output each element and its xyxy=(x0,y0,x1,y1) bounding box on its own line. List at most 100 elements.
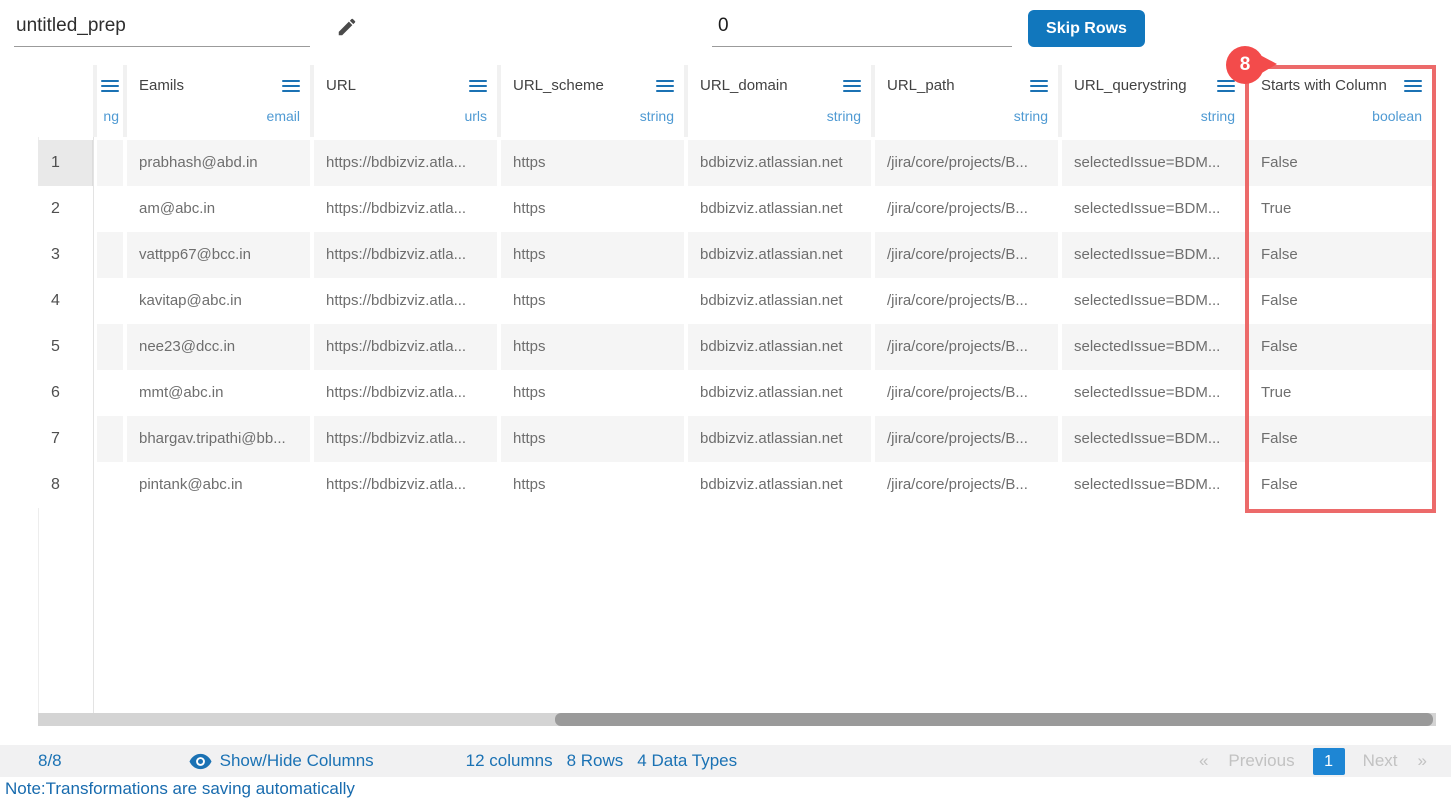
table-cell[interactable]: True xyxy=(1249,186,1432,232)
table-cell[interactable]: kavitap@abc.in xyxy=(127,278,310,324)
horizontal-scrollbar-thumb[interactable] xyxy=(555,713,1433,726)
table-cell[interactable]: False xyxy=(1249,232,1432,278)
table-cell[interactable]: https://bdbizviz.atla... xyxy=(314,416,497,462)
column-menu-icon[interactable] xyxy=(1217,80,1235,95)
table-cell[interactable]: bdbizviz.atlassian.net xyxy=(688,140,871,186)
table-cell[interactable]: selectedIssue=BDM... xyxy=(1062,324,1245,370)
column-header[interactable]: URL_pathstring xyxy=(875,65,1058,137)
edit-pencil-icon[interactable] xyxy=(336,16,358,38)
table-cell[interactable]: nee23@dcc.in xyxy=(127,324,310,370)
table-cell[interactable]: https xyxy=(501,370,684,416)
show-hide-columns-label: Show/Hide Columns xyxy=(220,751,374,771)
column-header-partial[interactable]: ng xyxy=(97,65,123,137)
last-page-arrow[interactable]: » xyxy=(1418,751,1427,771)
partial-column-cell xyxy=(97,278,123,324)
table-cell[interactable]: /jira/core/projects/B... xyxy=(875,462,1058,508)
table-cell[interactable]: False xyxy=(1249,324,1432,370)
skip-rows-input[interactable]: 0 xyxy=(712,12,1012,47)
column-header[interactable]: URL_querystringstring xyxy=(1062,65,1245,137)
row-number-cell: 3 xyxy=(38,232,93,278)
column-header[interactable]: URL_domainstring xyxy=(688,65,871,137)
table-cell[interactable]: https://bdbizviz.atla... xyxy=(314,278,497,324)
horizontal-scrollbar-track[interactable] xyxy=(38,713,1436,726)
table-cell[interactable]: /jira/core/projects/B... xyxy=(875,416,1058,462)
table-cell[interactable]: https xyxy=(501,140,684,186)
partial-column-cell xyxy=(97,232,123,278)
table-row: 5nee23@dcc.inhttps://bdbizviz.atla...htt… xyxy=(38,324,1430,370)
show-hide-columns-button[interactable]: Show/Hide Columns xyxy=(189,751,374,771)
table-cell[interactable]: prabhash@abd.in xyxy=(127,140,310,186)
table-cell[interactable]: /jira/core/projects/B... xyxy=(875,324,1058,370)
column-menu-icon[interactable] xyxy=(469,80,487,95)
table-cell[interactable]: https xyxy=(501,324,684,370)
table-cell[interactable]: pintank@abc.in xyxy=(127,462,310,508)
skip-rows-button[interactable]: Skip Rows xyxy=(1028,10,1145,47)
first-page-arrow[interactable]: « xyxy=(1199,751,1208,771)
current-page-button[interactable]: 1 xyxy=(1313,748,1345,775)
table-cell[interactable]: https://bdbizviz.atla... xyxy=(314,324,497,370)
table-cell[interactable]: vattpp67@bcc.in xyxy=(127,232,310,278)
table-cell[interactable]: bdbizviz.atlassian.net xyxy=(688,416,871,462)
table-cell[interactable]: /jira/core/projects/B... xyxy=(875,278,1058,324)
column-header[interactable]: URL_schemestring xyxy=(501,65,684,137)
table-cell[interactable]: selectedIssue=BDM... xyxy=(1062,140,1245,186)
table-cell[interactable]: /jira/core/projects/B... xyxy=(875,140,1058,186)
previous-page-button[interactable]: Previous xyxy=(1228,751,1294,771)
table-cell[interactable]: selectedIssue=BDM... xyxy=(1062,370,1245,416)
column-header[interactable]: Starts with Columnboolean xyxy=(1249,65,1432,137)
column-menu-icon[interactable] xyxy=(101,80,119,95)
table-cell[interactable]: True xyxy=(1249,370,1432,416)
table-cell[interactable]: bdbizviz.atlassian.net xyxy=(688,462,871,508)
partial-column-cell xyxy=(97,324,123,370)
table-cell[interactable]: bdbizviz.atlassian.net xyxy=(688,186,871,232)
table-cell[interactable]: https://bdbizviz.atla... xyxy=(314,232,497,278)
partial-column-cell xyxy=(97,370,123,416)
table-cell[interactable]: selectedIssue=BDM... xyxy=(1062,278,1245,324)
table-cell[interactable]: https://bdbizviz.atla... xyxy=(314,186,497,232)
column-menu-icon[interactable] xyxy=(843,80,861,95)
table-cell[interactable]: False xyxy=(1249,462,1432,508)
table-cell[interactable]: bdbizviz.atlassian.net xyxy=(688,232,871,278)
table-cell[interactable]: selectedIssue=BDM... xyxy=(1062,232,1245,278)
table-cell[interactable]: selectedIssue=BDM... xyxy=(1062,462,1245,508)
table-cell[interactable]: am@abc.in xyxy=(127,186,310,232)
column-header[interactable]: Eamilsemail xyxy=(127,65,310,137)
grid-body: 1prabhash@abd.inhttps://bdbizviz.atla...… xyxy=(38,140,1430,508)
table-cell[interactable]: bdbizviz.atlassian.net xyxy=(688,370,871,416)
table-row: 6mmt@abc.inhttps://bdbizviz.atla...https… xyxy=(38,370,1430,416)
table-cell[interactable]: False xyxy=(1249,416,1432,462)
row-number-header xyxy=(38,65,93,137)
table-cell[interactable]: /jira/core/projects/B... xyxy=(875,370,1058,416)
table-cell[interactable]: https://bdbizviz.atla... xyxy=(314,370,497,416)
table-cell[interactable]: /jira/core/projects/B... xyxy=(875,186,1058,232)
table-cell[interactable]: bhargav.tripathi@bb... xyxy=(127,416,310,462)
table-cell[interactable]: https xyxy=(501,186,684,232)
row-number-cell: 7 xyxy=(38,416,93,462)
table-cell[interactable]: False xyxy=(1249,140,1432,186)
column-menu-icon[interactable] xyxy=(1030,80,1048,95)
table-cell[interactable]: False xyxy=(1249,278,1432,324)
table-cell[interactable]: /jira/core/projects/B... xyxy=(875,232,1058,278)
row-number-cell: 1 xyxy=(38,140,93,186)
table-cell[interactable]: mmt@abc.in xyxy=(127,370,310,416)
column-menu-icon[interactable] xyxy=(1404,80,1422,95)
row-number-cell: 4 xyxy=(38,278,93,324)
next-page-button[interactable]: Next xyxy=(1363,751,1398,771)
table-cell[interactable]: https xyxy=(501,278,684,324)
table-cell[interactable]: https xyxy=(501,232,684,278)
column-type-label: email xyxy=(267,108,300,124)
column-menu-icon[interactable] xyxy=(656,80,674,95)
table-cell[interactable]: selectedIssue=BDM... xyxy=(1062,186,1245,232)
table-cell[interactable]: https xyxy=(501,416,684,462)
partial-column-cell xyxy=(97,416,123,462)
table-cell[interactable]: bdbizviz.atlassian.net xyxy=(688,278,871,324)
column-menu-icon[interactable] xyxy=(282,80,300,95)
table-cell[interactable]: selectedIssue=BDM... xyxy=(1062,416,1245,462)
prep-name-input[interactable]: untitled_prep xyxy=(14,12,310,47)
table-cell[interactable]: https://bdbizviz.atla... xyxy=(314,462,497,508)
table-cell[interactable]: https xyxy=(501,462,684,508)
table-cell[interactable]: bdbizviz.atlassian.net xyxy=(688,324,871,370)
table-cell[interactable]: https://bdbizviz.atla... xyxy=(314,140,497,186)
column-header[interactable]: URLurls xyxy=(314,65,497,137)
row-count-indicator: 8/8 xyxy=(38,751,62,771)
